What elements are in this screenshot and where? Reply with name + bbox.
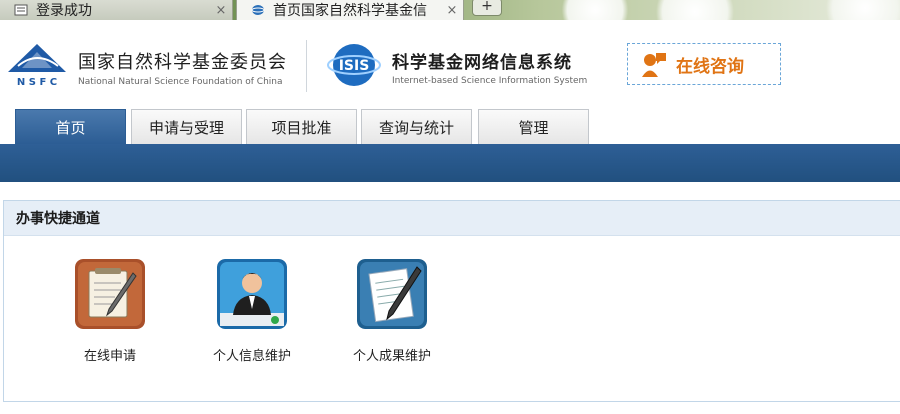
isis-abbr: ISIS (339, 58, 370, 74)
shortcut-label: 个人成果维护 (352, 349, 431, 364)
user-profile-icon[interactable] (217, 259, 287, 329)
tab-title: 首页国家自然科学基金信 (273, 3, 427, 19)
isis-name-en: Internet-based Science Information Syste… (392, 76, 588, 86)
pen-notepad-icon[interactable] (75, 259, 145, 329)
background-flower (560, 0, 630, 20)
nsfc-name-cn: 国家自然科学基金委员会 (78, 52, 287, 73)
browser-tab-login-success[interactable]: 登录成功 × (0, 0, 233, 20)
nav-bar (0, 144, 900, 182)
nav-tab-approval[interactable]: 项目批准 (246, 109, 357, 144)
nav-tab-apply[interactable]: 申请与受理 (131, 109, 242, 144)
panel-title: 办事快捷通道 (4, 201, 900, 236)
page-icon (14, 4, 28, 16)
close-tab-icon[interactable]: × (441, 3, 463, 18)
shortcut-online-apply[interactable]: 在线申请 (55, 259, 165, 364)
document-pen-icon[interactable] (357, 259, 427, 329)
main-nav: 首页 申请与受理 项目批准 查询与统计 管理 (0, 109, 900, 145)
background-flower (650, 0, 740, 20)
nav-tab-query[interactable]: 查询与统计 (361, 109, 472, 144)
isis-favicon-icon (251, 5, 265, 15)
nsfc-logo: N S F C (8, 44, 66, 88)
close-tab-icon[interactable]: × (210, 3, 232, 18)
browser-tab-strip: 登录成功 × 首页国家自然科学基金信 × + (0, 0, 900, 20)
site-header: N S F C 国家自然科学基金委员会 National Natural Sci… (0, 20, 900, 112)
shortcut-label: 在线申请 (83, 349, 136, 364)
isis-name-cn: 科学基金网络信息系统 (392, 53, 572, 73)
header-divider (306, 40, 307, 92)
nsfc-name: 国家自然科学基金委员会 National Natural Science Fou… (78, 48, 287, 87)
new-tab-button[interactable]: + (472, 0, 502, 16)
chat-person-icon (642, 53, 666, 77)
shortcut-personal-info[interactable]: 个人信息维护 (197, 259, 307, 364)
browser-tab-homepage[interactable]: 首页国家自然科学基金信 × (236, 0, 464, 20)
tab-title: 登录成功 (36, 3, 92, 19)
nsfc-name-en: National Natural Science Foundation of C… (78, 77, 283, 87)
shortcut-panel: 办事快捷通道 在线申请 个人信息维护 个人成果维护 (3, 200, 900, 402)
nav-tab-home[interactable]: 首页 (15, 109, 126, 144)
shortcut-personal-achievements[interactable]: 个人成果维护 (337, 259, 447, 364)
nsfc-abbr: N S F C (17, 77, 57, 88)
isis-name: 科学基金网络信息系统 Internet-based Science Inform… (392, 48, 587, 86)
online-consult-label: 在线咨询 (676, 56, 744, 77)
isis-logo: ISIS (327, 44, 381, 86)
nav-tab-manage[interactable]: 管理 (478, 109, 589, 144)
background-flower (820, 0, 900, 20)
shortcut-label: 个人信息维护 (212, 349, 291, 364)
online-consult-button[interactable]: 在线咨询 (627, 43, 781, 85)
